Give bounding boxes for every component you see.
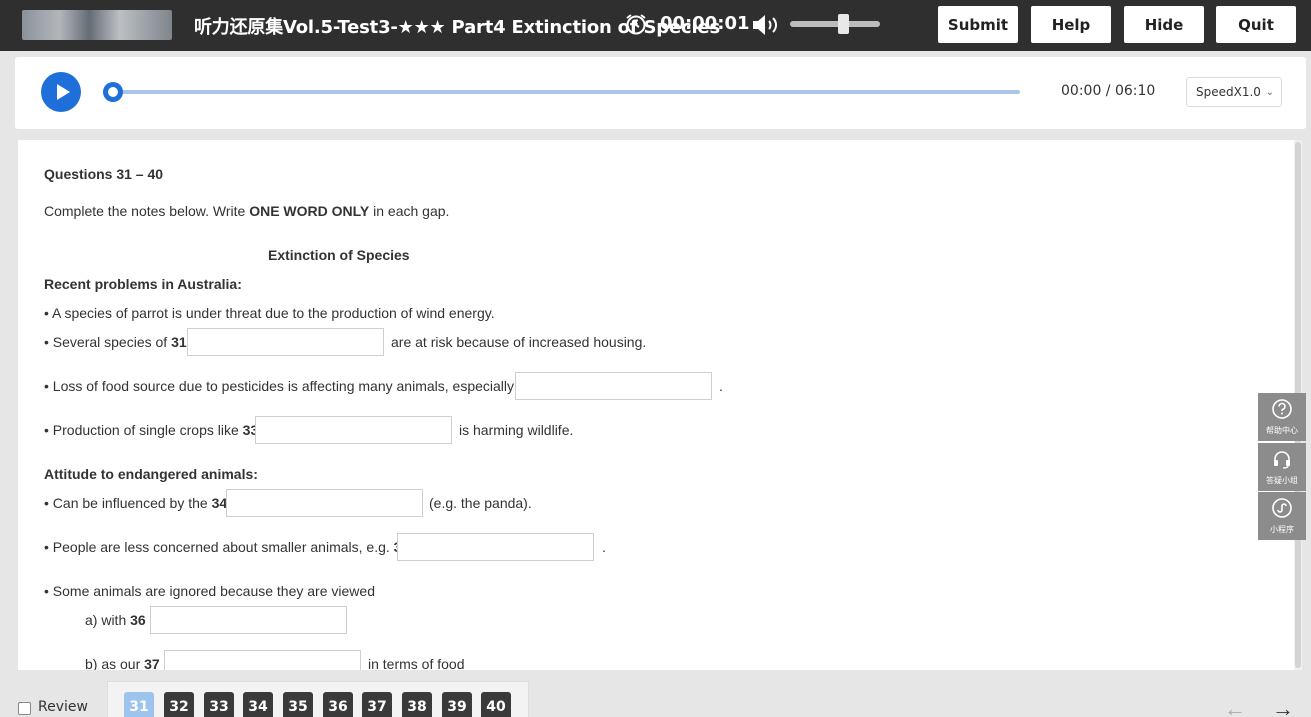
question-circle-icon: [1272, 399, 1292, 419]
q32-text: • Loss of food source due to pesticides …: [44, 378, 515, 394]
audio-progress-handle[interactable]: [103, 82, 123, 102]
q34-suffix: (e.g. the panda).: [429, 495, 532, 511]
section-heading-attitude: Attitude to endangered animals:: [44, 466, 258, 482]
review-label: Review: [38, 699, 88, 715]
question-nav-38[interactable]: 38: [402, 692, 432, 717]
q37-number: 37: [144, 656, 160, 670]
logo: [22, 10, 172, 40]
q31-text: • Several species of: [44, 334, 168, 350]
volume-slider-handle[interactable]: [838, 14, 849, 34]
q33-text: • Production of single crops like: [44, 422, 239, 438]
q34-number: 34: [211, 495, 228, 511]
question-nav-35[interactable]: 35: [283, 692, 313, 717]
review-checkbox[interactable]: [18, 702, 31, 715]
question-nav-37[interactable]: 37: [362, 692, 392, 717]
quit-button[interactable]: Quit: [1216, 6, 1296, 43]
help-button[interactable]: Help: [1031, 6, 1111, 43]
help-center-tool[interactable]: 帮助中心: [1258, 393, 1306, 441]
qa-group-tool[interactable]: 答疑小组: [1258, 443, 1306, 491]
speed-select[interactable]: SpeedX1.0 ⌄: [1186, 77, 1282, 107]
q35-prompt: • People are less concerned about smalle…: [44, 539, 409, 555]
mini-program-tool[interactable]: 小程序: [1258, 492, 1306, 540]
arrow-left-icon[interactable]: ←: [1224, 696, 1246, 717]
instruction-emphasis: ONE WORD ONLY: [249, 203, 370, 219]
hide-button[interactable]: Hide: [1124, 6, 1204, 43]
audio-progress-track[interactable]: [110, 90, 1020, 94]
answer-input-31[interactable]: [187, 328, 384, 356]
q37-suffix: in terms of food: [368, 656, 465, 670]
question-nav-36[interactable]: 36: [323, 692, 353, 717]
question-nav-33[interactable]: 33: [204, 692, 234, 717]
answer-input-34[interactable]: [226, 489, 423, 517]
note-line-viewed: • Some animals are ignored because they …: [44, 583, 375, 599]
q37-text: b) as our: [85, 656, 141, 670]
q32-suffix: .: [719, 378, 723, 394]
question-nav-31[interactable]: 31: [124, 692, 154, 717]
q34-text: • Can be influenced by the: [44, 495, 208, 511]
q33-prompt: • Production of single crops like 33: [44, 422, 258, 438]
q31-number: 31: [171, 334, 187, 350]
q31-suffix: are at risk because of increased housing…: [391, 334, 647, 350]
tool-label-qa: 答疑小组: [1266, 476, 1298, 485]
notes-title: Extinction of Species: [268, 247, 410, 263]
tool-label-mini: 小程序: [1270, 525, 1294, 534]
speed-value: SpeedX1.0: [1196, 85, 1261, 99]
instruction: Complete the notes below. Write ONE WORD…: [44, 203, 449, 219]
question-nav-34[interactable]: 34: [243, 692, 273, 717]
question-nav-39[interactable]: 39: [442, 692, 472, 717]
mini-program-icon: [1272, 498, 1292, 518]
alarm-clock-icon: [626, 14, 646, 35]
q35-suffix: .: [602, 539, 606, 555]
section-heading-australia: Recent problems in Australia:: [44, 276, 242, 292]
q34-prompt: • Can be influenced by the 34: [44, 495, 227, 511]
submit-button[interactable]: Submit: [938, 6, 1018, 43]
volume-slider-track[interactable]: [790, 21, 880, 27]
question-panel: Questions 31 – 40 Complete the notes bel…: [18, 140, 1302, 670]
countdown-timer: 00:00:01: [660, 13, 750, 34]
q32-prompt: • Loss of food source due to pesticides …: [44, 378, 533, 394]
tool-label-help: 帮助中心: [1266, 426, 1298, 435]
top-bar: 听力还原集Vol.5-Test3-★★★ Part4 Extinction of…: [0, 0, 1311, 51]
q36-number: 36: [130, 612, 146, 628]
q35-text: • People are less concerned about smalle…: [44, 539, 390, 555]
playback-time: 00:00 / 06:10: [1061, 83, 1156, 99]
audio-player: 00:00 / 06:10 SpeedX1.0 ⌄: [15, 57, 1306, 129]
question-nav-32[interactable]: 32: [164, 692, 194, 717]
q37-prompt: b) as our 37: [85, 656, 160, 670]
answer-input-37[interactable]: [164, 650, 361, 670]
q36-prompt: a) with 36: [85, 612, 146, 628]
volume-icon[interactable]: [750, 12, 780, 38]
headset-icon: [1274, 451, 1290, 469]
instruction-text: Complete the notes below. Write: [44, 203, 246, 219]
instruction-text-end: in each gap.: [373, 203, 450, 219]
play-button[interactable]: [41, 72, 81, 112]
answer-input-36[interactable]: [150, 606, 347, 634]
arrow-right-icon[interactable]: →: [1272, 696, 1294, 717]
answer-input-32[interactable]: [515, 372, 712, 400]
question-nav-40[interactable]: 40: [481, 692, 511, 717]
q36-text: a) with: [85, 612, 127, 628]
question-range: Questions 31 – 40: [44, 166, 164, 182]
q31-prompt: • Several species of 31: [44, 334, 187, 350]
note-line-parrot: • A species of parrot is under threat du…: [44, 305, 495, 321]
chevron-down-icon: ⌄: [1265, 87, 1274, 98]
answer-input-35[interactable]: [397, 533, 594, 561]
q33-suffix: is harming wildlife.: [459, 422, 574, 438]
answer-input-33[interactable]: [255, 416, 452, 444]
